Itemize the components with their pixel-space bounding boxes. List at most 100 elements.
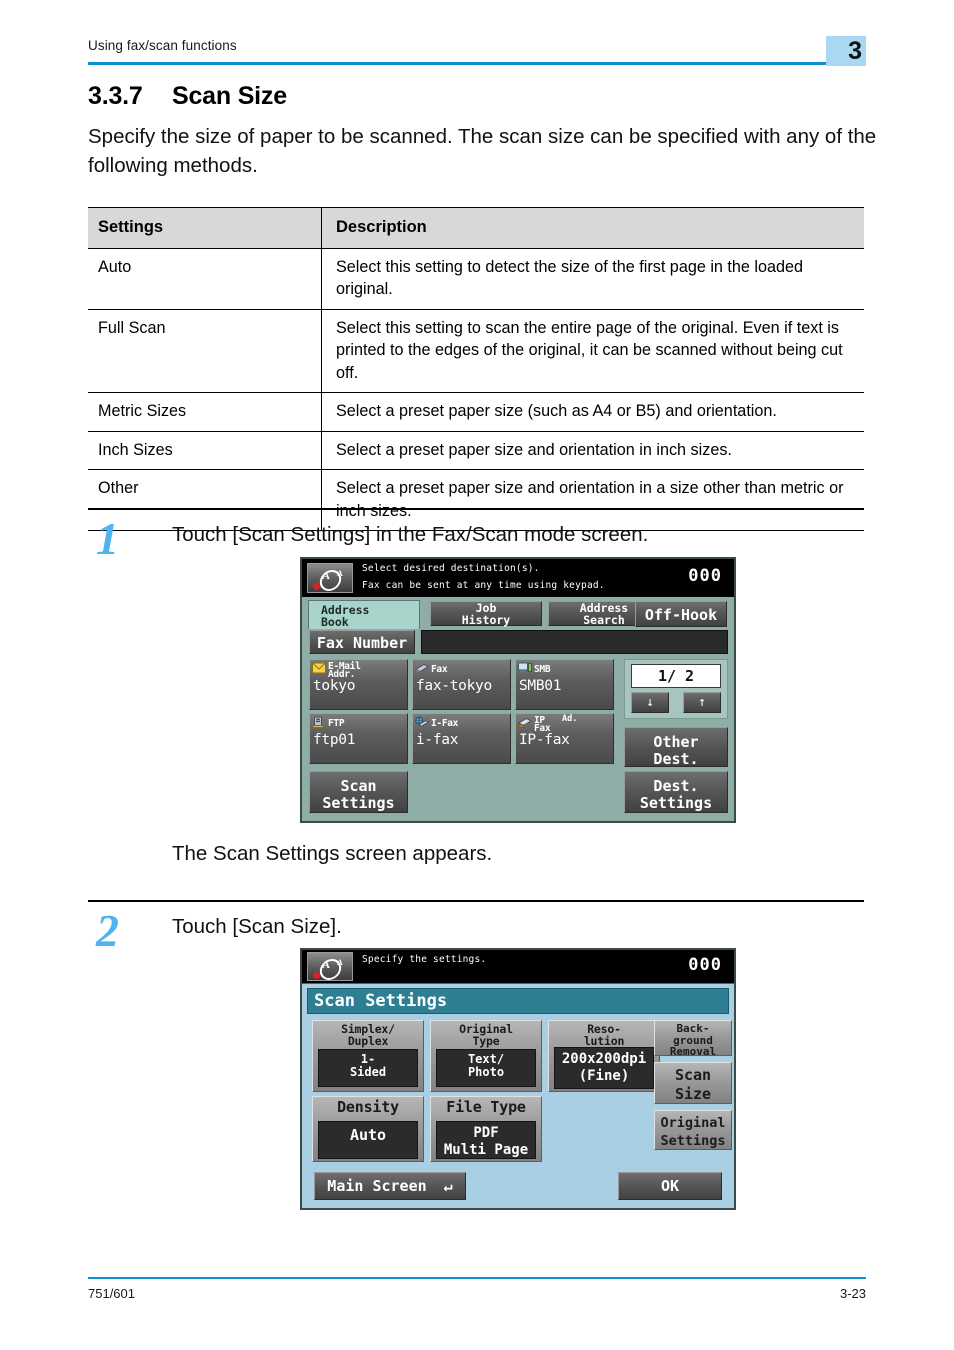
other-dest-button[interactable]: Other Dest. [624,727,728,768]
envelope-icon [312,662,326,674]
machine-status-icon: A A [307,563,353,593]
lcd2-job-counter: 000 [688,955,722,975]
setting-button-density[interactable]: Density Auto [312,1096,424,1162]
main-screen-button[interactable]: Main Screen ↵ [314,1172,466,1200]
scan-settings-button[interactable]: Scan Settings [309,771,408,813]
cell-setting: Inch Sizes [88,431,322,470]
setting-button-simplex-duplex[interactable]: Simplex/ Duplex 1- Sided [312,1020,424,1092]
return-arrow-icon: ↵ [443,1177,453,1195]
setting-label-line1: File Type [446,1098,526,1116]
original-settings-line1: Original [660,1115,726,1131]
monitor-icon [518,662,532,673]
red-dot-icon [313,583,320,590]
tab-address-book-line2: Book [321,615,349,629]
setting-button-file-type[interactable]: File Type PDF Multi Page [430,1096,542,1162]
original-settings-line2: Settings [660,1133,726,1149]
lcd1-body: Address Book Job History Address Search … [302,597,734,821]
destination-button-smb[interactable]: SMB SMB01 [515,659,614,710]
destination-name: SMB01 [519,678,562,694]
lcd2-message-line1: Specify the settings. [362,954,487,965]
lcd1-status-bar: A A Select desired destination(s). Fax c… [302,559,734,597]
setting-label-line1: Density [337,1098,399,1116]
footer-rule [88,1277,866,1280]
background-removal-button[interactable]: Back- ground Removal [654,1020,732,1058]
settings-table: Settings Description Auto Select this se… [88,207,864,531]
tab-address-book[interactable]: Address Book [308,600,420,629]
page-indicator: 1/ 2 [631,664,721,688]
destination-type-superscript: Ad. [562,714,578,724]
scan-settings-line2: Settings [322,794,395,812]
page-up-button[interactable]: ↑ [683,692,721,713]
scan-settings-line1: Scan [340,777,377,795]
scan-size-button[interactable]: Scan Size [654,1062,732,1104]
destination-button-fax[interactable]: Fax fax-tokyo [412,659,511,710]
background-removal-line3: Removal [669,1045,717,1058]
destination-name: IP-fax [519,732,570,748]
destination-name: ftp01 [313,732,356,748]
setting-value-line2: Sided [349,1065,387,1079]
fax-machine-icon [415,663,429,673]
table-header-row: Settings Description [88,207,864,249]
globe-fax-icon [415,716,429,727]
footer-page-number: 3-23 [839,1286,866,1301]
dest-settings-line2: Settings [639,794,713,812]
letter-a-glyph: A [322,959,330,971]
off-hook-button[interactable]: Off-Hook [635,601,727,627]
tab-job-history-line2: History [461,612,511,627]
lcd1-message-line1: Select desired destination(s). [362,563,540,574]
destination-button-ipfax[interactable]: IP Fax Ad. IP-fax [515,713,614,764]
lcd1-job-counter: 000 [688,566,722,586]
lcd2-body: Scan Settings Simplex/ Duplex 1- Sided O… [302,983,734,1208]
original-settings-button[interactable]: Original Settings [654,1110,732,1150]
lcd1-message-line2: Fax can be sent at any time using keypad… [362,580,605,591]
document-page: Using fax/scan functions 3 3.3.7 Scan Si… [0,0,954,1350]
table-row: Full Scan Select this setting to scan th… [88,309,864,393]
header-rule [88,62,866,65]
setting-button-original-type[interactable]: Original Type Text/ Photo [430,1020,542,1092]
tab-job-history[interactable]: Job History [430,601,542,626]
cell-setting: Auto [88,248,322,310]
letter-a-glyph: A [322,570,330,582]
fax-number-input[interactable] [421,630,728,654]
cell-description: Select a preset paper size and orientati… [321,431,864,470]
page-navigation-panel: 1/ 2 ↓ ↑ [624,659,728,719]
other-dest-line2: Dest. [653,750,699,768]
setting-value-line1: 200x200dpi [561,1051,647,1067]
cell-description: Select this setting to detect the size o… [321,248,864,310]
fax-number-button[interactable]: Fax Number [309,630,415,654]
column-header-settings: Settings [88,207,322,249]
setting-label-line2: lution [583,1033,625,1048]
step-divider [88,900,864,902]
dest-settings-line1: Dest. [653,777,699,795]
lcd1-fax-number-row: Fax Number [302,629,734,657]
step-divider [88,508,864,510]
destination-button-email[interactable]: E-Mail Addr. tokyo [309,659,408,710]
cell-setting: Full Scan [88,309,322,393]
setting-value-line1: Auto [349,1126,387,1144]
destination-type-line1: SMB [534,664,551,675]
destination-button-ifax[interactable]: I-Fax i-fax [412,713,511,764]
destination-type-line1: I-Fax [431,718,459,729]
ip-fax-icon [518,717,532,728]
table-row: Auto Select this setting to detect the s… [88,248,864,310]
setting-label-line2: Duplex [347,1033,389,1048]
other-dest-line1: Other [653,733,699,751]
chapter-number: 3 [848,37,862,65]
setting-value-line2: Photo [467,1065,505,1079]
destination-name: i-fax [416,732,459,748]
page-down-button[interactable]: ↓ [631,692,669,713]
setting-value-line2: (Fine) [578,1068,630,1084]
dest-settings-button[interactable]: Dest. Settings [624,771,728,813]
table-row: Inch Sizes Select a preset paper size an… [88,431,864,470]
background-removal-line1: Back- [676,1022,710,1035]
scan-settings-title: Scan Settings [307,988,729,1014]
setting-button-resolution[interactable]: Reso- lution 200x200dpi (Fine) [548,1020,660,1092]
setting-value-line1: PDF [473,1125,499,1141]
column-header-description: Description [321,207,864,249]
ok-button[interactable]: OK [618,1172,722,1200]
step-number-1: 1 [96,513,119,564]
destination-button-ftp[interactable]: FTP ftp01 [309,713,408,764]
running-head-text: Using fax/scan functions [88,38,237,53]
setting-label-line2: Type [472,1033,500,1048]
cell-setting: Metric Sizes [88,392,322,432]
